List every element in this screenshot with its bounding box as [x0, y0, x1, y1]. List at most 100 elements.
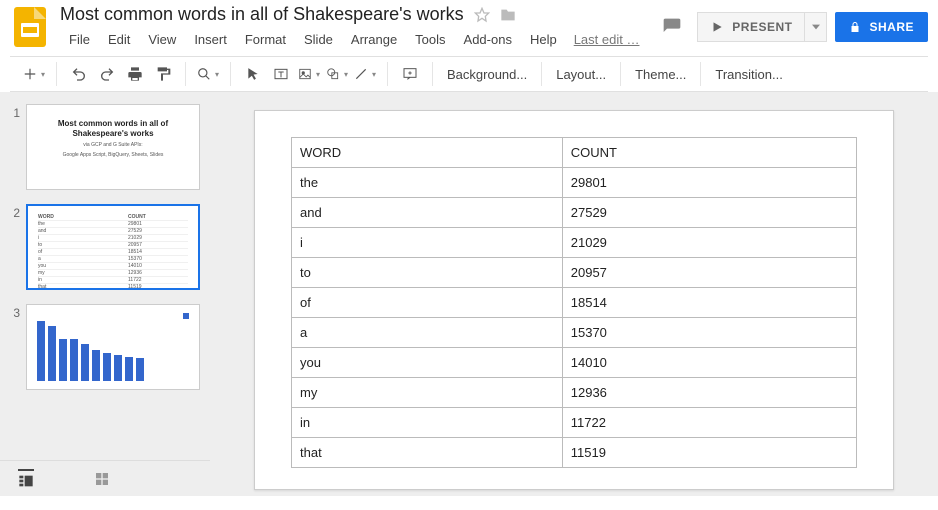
- table-cell: 11519: [562, 438, 856, 468]
- grid-view-button[interactable]: [94, 471, 110, 487]
- doc-title[interactable]: Most common words in all of Shakespeare'…: [60, 4, 464, 25]
- chevron-down-icon: ▾: [344, 70, 348, 79]
- chevron-down-icon: ▾: [41, 70, 45, 79]
- word-count-table[interactable]: WORDCOUNTthe29801and27529i21029to20957of…: [291, 137, 857, 468]
- thumb-number: 2: [6, 204, 20, 220]
- shape-tool[interactable]: ▾: [323, 60, 351, 88]
- table-cell: 14010: [562, 348, 856, 378]
- table-cell: my: [292, 378, 563, 408]
- chart-bar: [70, 339, 78, 381]
- undo-button[interactable]: [65, 60, 93, 88]
- table-cell: 11722: [562, 408, 856, 438]
- image-tool[interactable]: ▾: [295, 60, 323, 88]
- table-row[interactable]: the29801: [292, 168, 857, 198]
- chart-bar: [48, 326, 56, 381]
- table-cell: that: [292, 438, 563, 468]
- table-row[interactable]: my12936: [292, 378, 857, 408]
- table-cell: to: [292, 258, 563, 288]
- table-cell: 12936: [562, 378, 856, 408]
- menu-tools[interactable]: Tools: [406, 29, 454, 50]
- print-button[interactable]: [121, 60, 149, 88]
- table-cell: 21029: [562, 228, 856, 258]
- table-cell: the: [292, 168, 563, 198]
- menu-edit[interactable]: Edit: [99, 29, 139, 50]
- textbox-tool[interactable]: [267, 60, 295, 88]
- star-icon[interactable]: [474, 7, 490, 23]
- thumb-number: 3: [6, 304, 20, 320]
- table-row[interactable]: and27529: [292, 198, 857, 228]
- comment-insert-button[interactable]: [396, 60, 424, 88]
- chevron-down-icon: ▾: [372, 70, 376, 79]
- background-button[interactable]: Background...: [437, 60, 537, 88]
- menu-arrange[interactable]: Arrange: [342, 29, 406, 50]
- active-slide[interactable]: WORDCOUNTthe29801and27529i21029to20957of…: [254, 110, 894, 490]
- new-slide-button[interactable]: ▾: [20, 60, 48, 88]
- thumb1-sub2: Google Apps Script, BigQuery, Sheets, Sl…: [27, 152, 199, 158]
- layout-button[interactable]: Layout...: [546, 60, 616, 88]
- slide-thumbnail-2[interactable]: WORDCOUNTthe29801and27529i21029to20957of…: [26, 204, 200, 290]
- table-row[interactable]: you14010: [292, 348, 857, 378]
- table-cell: 18514: [562, 288, 856, 318]
- thumbnail-panel: 1 Most common words in all of Shakespear…: [0, 92, 210, 496]
- menu-format[interactable]: Format: [236, 29, 295, 50]
- chevron-down-icon: ▾: [215, 70, 219, 79]
- menu-slide[interactable]: Slide: [295, 29, 342, 50]
- table-cell: a: [292, 318, 563, 348]
- menu-file[interactable]: File: [60, 29, 99, 50]
- thumb-number: 1: [6, 104, 20, 120]
- present-button[interactable]: PRESENT: [697, 12, 805, 42]
- chevron-down-icon: ▾: [316, 70, 320, 79]
- chart-bar: [103, 353, 111, 381]
- chart-bar: [125, 357, 133, 381]
- present-dropdown[interactable]: [805, 12, 827, 42]
- table-cell: 27529: [562, 198, 856, 228]
- chart-bar: [59, 339, 67, 381]
- chart-bar: [136, 358, 144, 381]
- table-row[interactable]: i21029: [292, 228, 857, 258]
- canvas-area[interactable]: WORDCOUNTthe29801and27529i21029to20957of…: [210, 92, 938, 496]
- toolbar: ▾ ▾ ▾ ▾ ▾ Background.: [10, 56, 928, 92]
- table-cell: of: [292, 288, 563, 318]
- menu-insert[interactable]: Insert: [185, 29, 236, 50]
- table-row[interactable]: to20957: [292, 258, 857, 288]
- folder-icon[interactable]: [500, 7, 516, 23]
- table-cell: 15370: [562, 318, 856, 348]
- comments-button[interactable]: [655, 12, 689, 42]
- share-button[interactable]: SHARE: [835, 12, 928, 42]
- present-label: PRESENT: [732, 20, 792, 34]
- slide-thumbnail-1[interactable]: Most common words in all of Shakespeare'…: [26, 104, 200, 190]
- zoom-button[interactable]: ▾: [194, 60, 222, 88]
- transition-button[interactable]: Transition...: [705, 60, 792, 88]
- table-cell: 29801: [562, 168, 856, 198]
- select-tool[interactable]: [239, 60, 267, 88]
- thumb1-title: Most common words in all of Shakespeare'…: [27, 119, 199, 138]
- last-edit-link[interactable]: Last edit …: [574, 32, 640, 47]
- line-tool[interactable]: ▾: [351, 60, 379, 88]
- paint-format-button[interactable]: [149, 60, 177, 88]
- slide-thumbnail-3[interactable]: [26, 304, 200, 390]
- thumb1-sub1: via GCP and G Suite APIs:: [27, 142, 199, 148]
- chart-bar: [37, 321, 45, 381]
- share-label: SHARE: [869, 20, 914, 34]
- chart-bar: [92, 350, 100, 381]
- menu-view[interactable]: View: [139, 29, 185, 50]
- menu-addons[interactable]: Add-ons: [455, 29, 521, 50]
- filmstrip-view-button[interactable]: [18, 469, 34, 489]
- table-cell: in: [292, 408, 563, 438]
- table-cell: you: [292, 348, 563, 378]
- table-row[interactable]: that11519: [292, 438, 857, 468]
- menu-help[interactable]: Help: [521, 29, 566, 50]
- table-cell: and: [292, 198, 563, 228]
- table-row[interactable]: of18514: [292, 288, 857, 318]
- theme-button[interactable]: Theme...: [625, 60, 696, 88]
- menu-bar: File Edit View Insert Format Slide Arran…: [60, 29, 645, 50]
- table-header-cell: COUNT: [562, 138, 856, 168]
- redo-button[interactable]: [93, 60, 121, 88]
- table-header-cell: WORD: [292, 138, 563, 168]
- slides-app-icon[interactable]: [10, 7, 50, 47]
- chart-bar: [114, 355, 122, 381]
- table-cell: i: [292, 228, 563, 258]
- table-row[interactable]: a15370: [292, 318, 857, 348]
- table-row[interactable]: in11722: [292, 408, 857, 438]
- legend-marker-icon: [183, 313, 189, 319]
